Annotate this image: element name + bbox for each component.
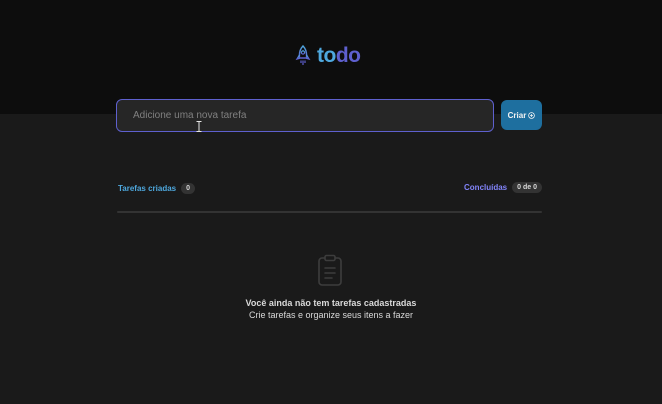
logo-text-do: do <box>335 44 361 67</box>
create-task-button[interactable]: Criar <box>501 100 542 130</box>
clipboard-icon <box>318 254 342 286</box>
created-tasks-badge: 0 <box>181 183 196 194</box>
app-logo: todo <box>295 44 361 68</box>
created-tasks-label: Tarefas criadas <box>118 184 177 193</box>
app-logo-text: todo <box>317 44 361 68</box>
completed-tasks-label: Concluídas <box>464 183 508 192</box>
app-header: todo <box>0 0 662 114</box>
list-divider <box>117 211 542 213</box>
empty-state-subtitle: Crie tarefas e organize seus itens a faz… <box>248 310 414 320</box>
completed-tasks-counter: Concluídas 0 de 0 <box>464 182 542 193</box>
text-cursor-icon <box>196 121 202 132</box>
plus-circle-icon <box>528 111 536 119</box>
rocket-icon <box>295 45 311 65</box>
create-button-label: Criar <box>507 110 527 120</box>
completed-tasks-badge: 0 de 0 <box>512 182 542 193</box>
empty-state-title: Você ainda não tem tarefas cadastradas <box>245 298 417 308</box>
logo-text-to: to <box>317 44 336 67</box>
new-task-input[interactable] <box>116 99 494 132</box>
created-tasks-counter: Tarefas criadas 0 <box>118 183 196 194</box>
